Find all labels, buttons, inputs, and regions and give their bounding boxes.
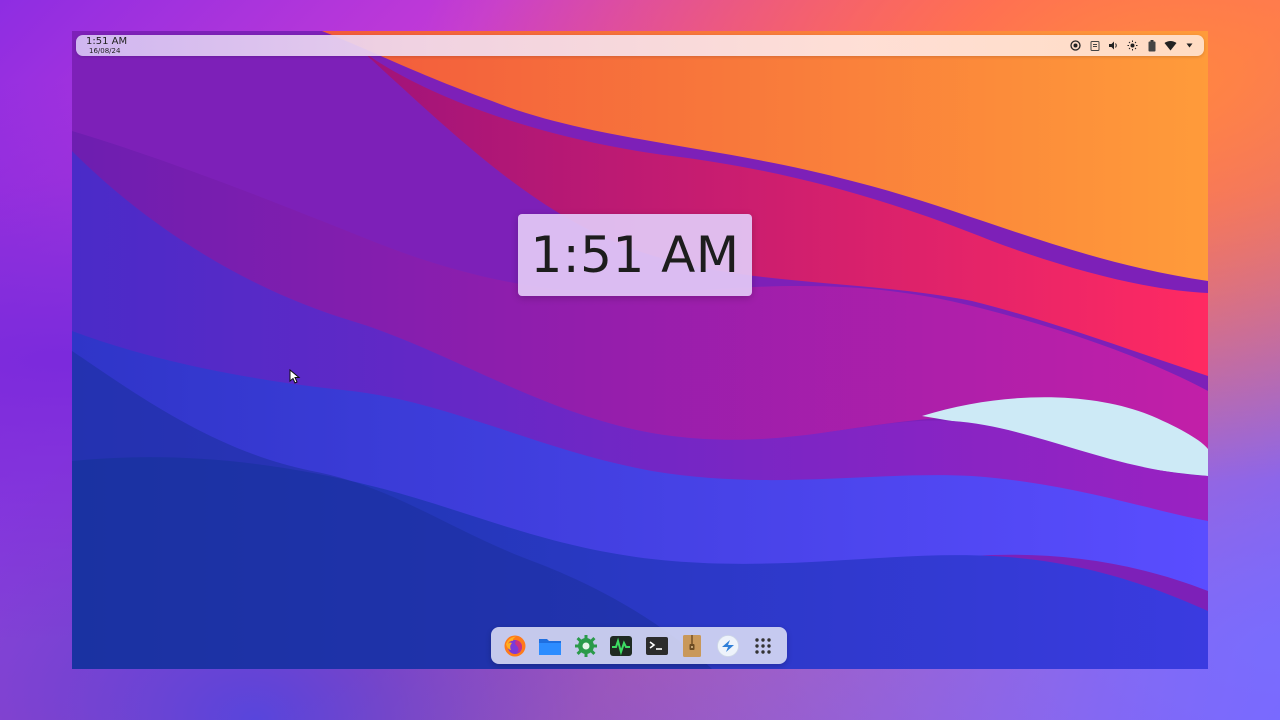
- panel-time: 1:51 AM: [86, 36, 128, 47]
- system-monitor-icon[interactable]: [608, 633, 634, 659]
- top-panel: 1:51 AM 16/08/24: [76, 35, 1204, 56]
- files-icon[interactable]: [537, 633, 563, 659]
- software-center-icon[interactable]: [715, 633, 741, 659]
- volume-icon[interactable]: [1107, 39, 1120, 52]
- system-tray: [1069, 38, 1196, 53]
- brightness-icon[interactable]: [1126, 39, 1139, 52]
- app-grid-icon[interactable]: [750, 633, 776, 659]
- settings-icon[interactable]: [573, 633, 599, 659]
- battery-icon[interactable]: [1145, 39, 1158, 52]
- dock: [491, 627, 787, 664]
- archive-manager-icon[interactable]: [679, 633, 705, 659]
- firefox-icon[interactable]: [502, 633, 528, 659]
- chevron-down-icon[interactable]: [1183, 39, 1196, 52]
- panel-clock[interactable]: 1:51 AM 16/08/24: [86, 37, 127, 55]
- wallpaper: [72, 31, 1208, 669]
- mouse-cursor-icon: [289, 369, 301, 384]
- screen-record-icon[interactable]: [1069, 39, 1082, 52]
- wifi-icon[interactable]: [1164, 39, 1177, 52]
- panel-date: 16/08/24: [89, 47, 121, 55]
- terminal-icon[interactable]: [644, 633, 670, 659]
- clock-osd: 1:51 AM: [518, 214, 752, 296]
- osd-time: 1:51 AM: [530, 226, 740, 284]
- desktop-screen: 1:51 AM 16/08/24 1:51 AM: [72, 31, 1208, 669]
- clipboard-icon[interactable]: [1088, 39, 1101, 52]
